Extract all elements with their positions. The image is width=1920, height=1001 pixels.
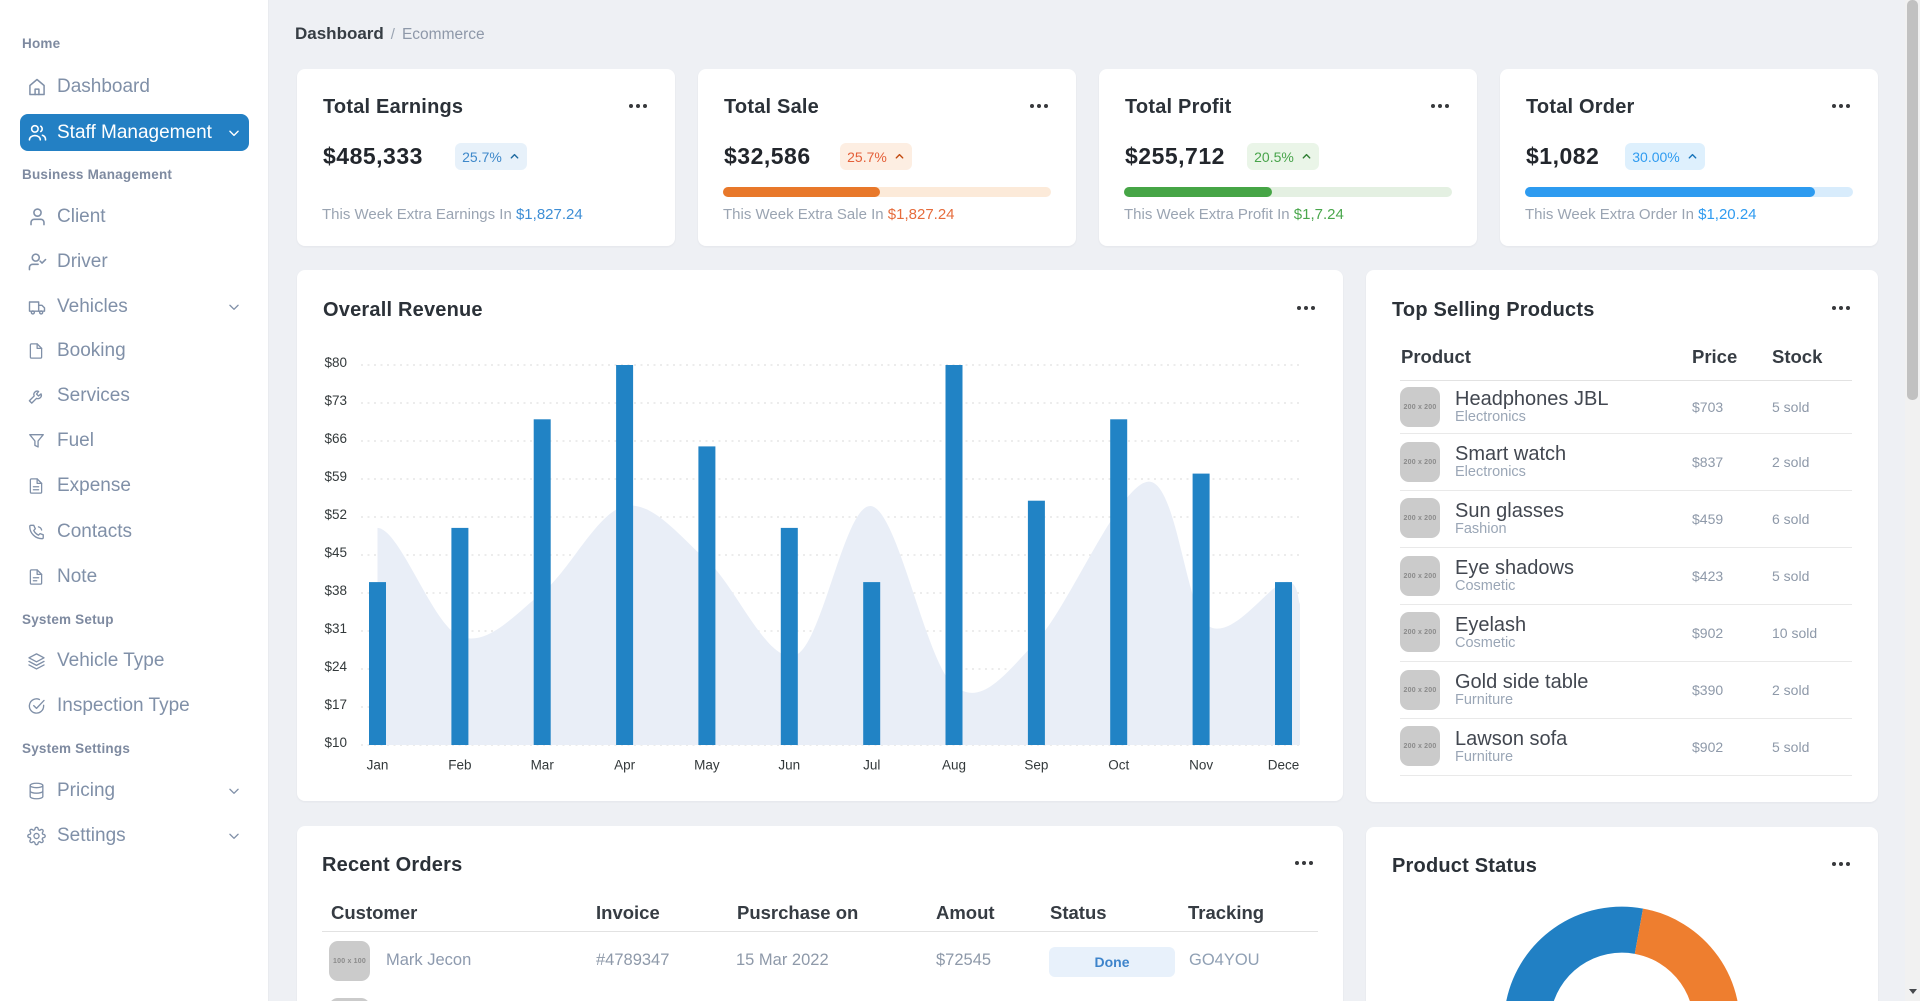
svg-text:Mar: Mar [531, 758, 555, 773]
svg-text:$31: $31 [324, 621, 347, 636]
svg-text:Jan: Jan [367, 758, 389, 773]
svg-text:Feb: Feb [448, 758, 471, 773]
svg-text:$17: $17 [324, 697, 347, 712]
svg-text:$52: $52 [324, 507, 347, 522]
svg-text:$10: $10 [324, 735, 347, 750]
svg-text:$38: $38 [324, 583, 347, 598]
svg-text:Aug: Aug [942, 758, 966, 773]
svg-text:$45: $45 [324, 545, 347, 560]
svg-text:Oct: Oct [1108, 758, 1129, 773]
svg-text:Jul: Jul [863, 758, 880, 773]
svg-text:Dece: Dece [1268, 758, 1300, 773]
svg-text:$24: $24 [324, 659, 347, 674]
svg-text:Nov: Nov [1189, 758, 1213, 773]
svg-text:Jun: Jun [778, 758, 800, 773]
svg-text:Sep: Sep [1024, 758, 1048, 773]
svg-text:Apr: Apr [614, 758, 636, 773]
svg-text:May: May [694, 758, 720, 773]
svg-text:$66: $66 [324, 431, 347, 446]
svg-text:$73: $73 [324, 393, 347, 408]
svg-text:$59: $59 [324, 469, 347, 484]
svg-text:$80: $80 [324, 355, 347, 370]
